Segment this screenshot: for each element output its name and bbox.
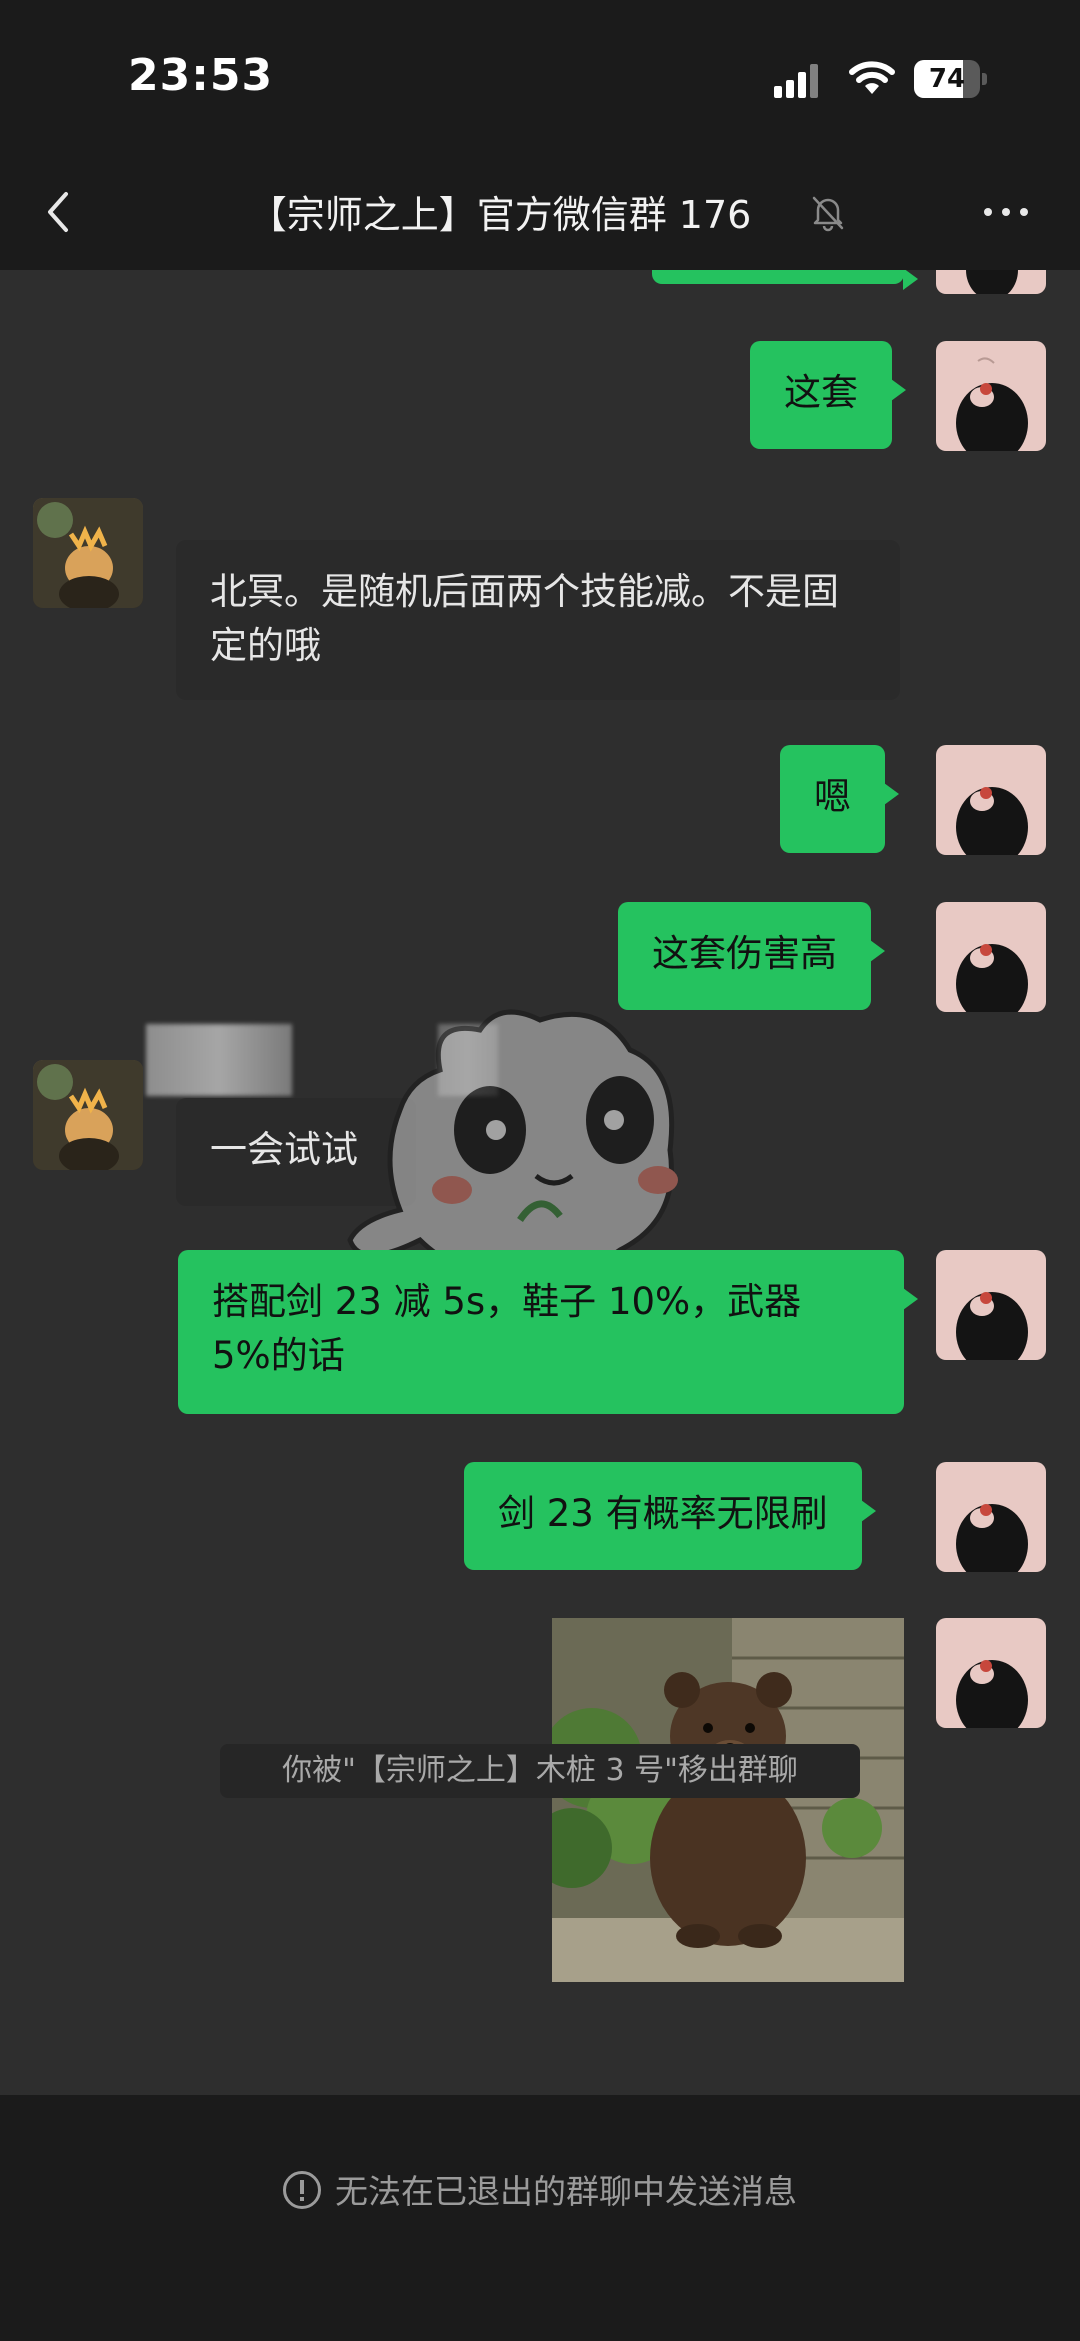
- my-avatar[interactable]: [936, 341, 1046, 451]
- chat-area[interactable]: 这套 北冥。是随机后面两个技能减。不是固定的哦 嗯 这套伤害高 一会试试 搭配剑…: [0, 270, 1080, 2095]
- wechat-group-chat-screen: 23:53 74 【宗师之上】官方微信群 176 这套 北冥。是随机后面两个技能…: [0, 0, 1080, 2341]
- member-nickname-redacted: [146, 1024, 292, 1096]
- battery-tip: [982, 73, 987, 85]
- message-text: 北冥。是随机后面两个技能减。不是固定的哦: [210, 570, 839, 667]
- battery-percent: 74: [928, 64, 966, 94]
- my-avatar[interactable]: [936, 1462, 1046, 1572]
- message-bubble-mine[interactable]: 剑 23 有概率无限刷: [464, 1462, 876, 1570]
- battery-body: 74: [914, 60, 980, 98]
- bottom-bar: 无法在已退出的群聊中发送消息: [0, 2095, 1080, 2341]
- message-bubble-mine[interactable]: 搭配剑 23 减 5s，鞋子 10%，武器 5%的话: [178, 1250, 918, 1414]
- system-notice: 你被"【宗师之上】木桩 3 号"移出群聊: [220, 1744, 860, 1798]
- chat-title[interactable]: 【宗师之上】官方微信群 176: [150, 184, 850, 239]
- my-avatar[interactable]: [936, 270, 1046, 294]
- chevron-left-icon[interactable]: [36, 182, 82, 242]
- message-text: 这套伤害高: [652, 932, 837, 975]
- top-bar: 23:53 74 【宗师之上】官方微信群 176: [0, 0, 1080, 270]
- message-bubble-mine[interactable]: 嗯: [780, 745, 899, 853]
- more-dots-icon[interactable]: [978, 196, 1034, 226]
- message-text: 这套: [784, 371, 858, 414]
- message-text: 一会试试: [210, 1128, 358, 1171]
- my-avatar[interactable]: [936, 1250, 1046, 1360]
- message-bubble-cutoff: [652, 270, 918, 290]
- member-avatar[interactable]: [33, 498, 143, 608]
- battery-icon: 74: [914, 60, 987, 98]
- message-bubble-member[interactable]: 北冥。是随机后面两个技能减。不是固定的哦: [176, 540, 900, 700]
- message-text: 剑 23 有概率无限刷: [498, 1492, 828, 1535]
- my-avatar[interactable]: [936, 1618, 1046, 1728]
- message-bubble-mine[interactable]: 这套: [750, 341, 906, 449]
- info-icon: [283, 2171, 321, 2209]
- bear-cub-photo[interactable]: [552, 1618, 904, 1982]
- member-avatar[interactable]: [33, 1060, 143, 1170]
- message-text: 搭配剑 23 减 5s，鞋子 10%，武器 5%的话: [212, 1280, 802, 1377]
- status-bar: 23:53 74: [0, 0, 1080, 160]
- status-time: 23:53: [128, 50, 274, 101]
- cannot-send-text: 无法在已退出的群聊中发送消息: [335, 2172, 797, 2211]
- my-avatar[interactable]: [936, 902, 1046, 1012]
- nav-bar: 【宗师之上】官方微信群 176: [0, 160, 1080, 270]
- message-text: 嗯: [814, 775, 851, 818]
- cellular-signal-icon: [774, 62, 826, 98]
- cannot-send-notice: 无法在已退出的群聊中发送消息: [0, 2165, 1080, 2213]
- bell-slash-icon: [812, 196, 844, 232]
- my-avatar[interactable]: [936, 745, 1046, 855]
- wifi-icon: [849, 61, 895, 94]
